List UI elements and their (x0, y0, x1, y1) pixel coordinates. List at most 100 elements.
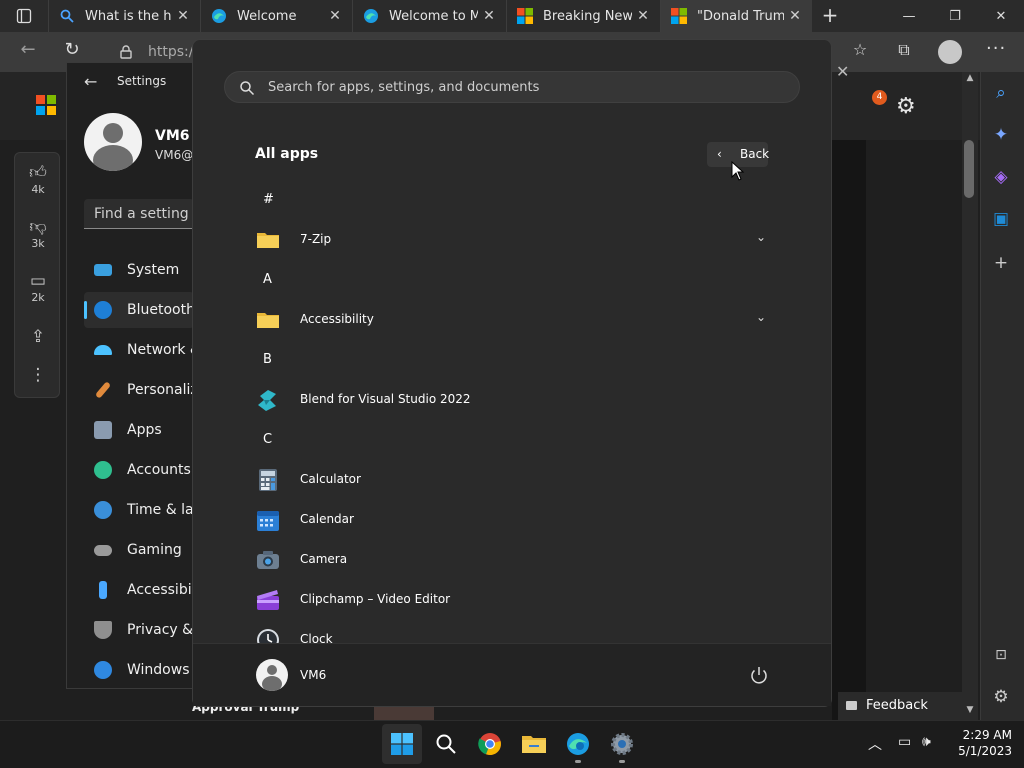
settings-back-icon[interactable]: ← (84, 72, 97, 91)
settings-nav-privacy[interactable]: Privacy & s (84, 612, 194, 648)
settings-title: Settings (117, 74, 167, 88)
scrollbar-thumb[interactable] (964, 140, 974, 198)
search-icon[interactable]: ⌕ (990, 82, 1012, 104)
taskbar-chrome-button[interactable] (470, 724, 510, 764)
tab-close-icon[interactable]: ✕ (176, 8, 190, 24)
add-icon[interactable]: + (990, 252, 1012, 274)
comment-reaction[interactable]: ▭ 2k (15, 271, 61, 304)
blend-icon (258, 390, 276, 411)
scroll-up-icon[interactable]: ▲ (962, 73, 978, 87)
group-letter-hash[interactable]: # (263, 192, 274, 207)
feedback-label: Feedback (866, 698, 928, 713)
taskbar-search-button[interactable] (426, 724, 466, 764)
app-item-clipchamp[interactable]: Clipchamp – Video Editor (252, 582, 776, 618)
app-item-blend[interactable]: Blend for Visual Studio 2022 (252, 382, 776, 418)
close-icon[interactable]: ✕ (836, 62, 849, 81)
settings-nav-accounts[interactable]: Accounts (84, 452, 194, 488)
minimize-button[interactable]: — (886, 0, 932, 32)
app-item-camera[interactable]: Camera (252, 542, 776, 578)
start-search-input[interactable]: Search for apps, settings, and documents (224, 71, 800, 103)
browser-tab-breaking-news[interactable]: Breaking News S ✕ (506, 0, 660, 32)
user-avatar[interactable] (256, 659, 288, 691)
settings-avatar[interactable] (84, 113, 142, 171)
taskbar-clock[interactable]: 2:29 AM 5/1/2023 (950, 727, 1012, 759)
network-icon[interactable]: ▭ (898, 734, 911, 750)
chevron-down-icon[interactable]: ⌄ (756, 310, 766, 324)
settings-nav-time-language[interactable]: Time & lan (84, 492, 194, 528)
like-reaction[interactable]: 👍︎ 4k (15, 163, 61, 196)
nav-label: System (127, 262, 180, 278)
start-search-placeholder: Search for apps, settings, and documents (268, 80, 540, 95)
refresh-icon[interactable]: ↻ (60, 38, 84, 62)
app-item-calendar[interactable]: Calendar (252, 502, 776, 538)
app-item-7zip[interactable]: 7-Zip ⌄ (252, 222, 776, 258)
tab-close-icon[interactable]: ✕ (636, 8, 650, 24)
settings-gear-icon[interactable]: ⚙ (990, 686, 1012, 708)
browser-tab-donald-trump[interactable]: "Donald Trump ✕ (660, 0, 812, 32)
favorite-star-icon[interactable]: ☆ (848, 38, 872, 62)
start-button[interactable] (382, 724, 422, 764)
microsoft-logo-icon[interactable] (36, 95, 56, 115)
like-count: 4k (31, 183, 45, 196)
page-side-strip (832, 140, 866, 720)
taskbar-settings-button[interactable] (602, 724, 642, 764)
app-item-clock[interactable]: Clock (252, 622, 776, 643)
bluetooth-icon (94, 301, 112, 319)
group-letter-a[interactable]: A (263, 272, 272, 287)
tab-close-icon[interactable]: ✕ (328, 8, 342, 24)
more-options-icon[interactable]: ··· (986, 38, 1006, 59)
profile-avatar[interactable] (938, 40, 962, 64)
power-icon[interactable] (748, 665, 770, 687)
browser-tab-history[interactable]: What is the history ✕ (48, 0, 200, 32)
settings-nav-bluetooth[interactable]: Bluetooth (84, 292, 194, 328)
tab-close-icon[interactable]: ✕ (788, 8, 802, 24)
settings-nav-apps[interactable]: Apps (84, 412, 194, 448)
chevron-down-icon[interactable]: ⌄ (756, 230, 766, 244)
settings-nav-accessibility[interactable]: Accessibilit (84, 572, 194, 608)
feedback-button[interactable]: Feedback (838, 692, 966, 720)
back-arrow-icon[interactable]: ← (16, 38, 40, 62)
settings-search-input[interactable]: Find a setting (84, 199, 194, 229)
tab-title: Welcome to Micr (389, 8, 478, 24)
group-letter-c[interactable]: C (263, 432, 272, 447)
collections-icon[interactable]: ⧉ (892, 38, 916, 62)
more-vertical-icon: ⋮ (29, 365, 47, 385)
settings-nav-network[interactable]: Network & (84, 332, 194, 368)
back-button-label: Back (740, 147, 770, 161)
search-icon (240, 81, 255, 96)
tab-close-icon[interactable]: ✕ (482, 8, 496, 24)
show-hidden-icons-chevron-up-icon[interactable]: ︿ (868, 734, 882, 754)
group-letter-b[interactable]: B (263, 352, 272, 367)
tab-actions-button[interactable] (0, 0, 48, 32)
nav-label: Apps (127, 422, 162, 438)
notification-badge[interactable]: 4 (872, 90, 887, 105)
settings-nav-personalization[interactable]: Personaliza (84, 372, 194, 408)
start-user-name[interactable]: VM6 (300, 668, 326, 682)
taskbar-edge-button[interactable] (558, 724, 598, 764)
app-item-accessibility[interactable]: Accessibility ⌄ (252, 302, 776, 338)
new-tab-button[interactable]: + (818, 4, 842, 28)
dislike-reaction[interactable]: 👎︎ 3k (15, 217, 61, 250)
share-button[interactable]: ⇪ (15, 327, 61, 347)
browser-tab-welcome[interactable]: Welcome ✕ (200, 0, 352, 32)
more-reactions-button[interactable]: ⋮ (15, 365, 61, 385)
close-window-button[interactable]: ✕ (978, 0, 1024, 32)
settings-nav-windows-update[interactable]: Windows U (84, 652, 194, 688)
sidebar-toggle-icon[interactable]: ⊡ (990, 644, 1012, 666)
browser-tab-welcome-microsoft[interactable]: Welcome to Micr ✕ (352, 0, 506, 32)
gear-icon[interactable]: ⚙ (896, 94, 916, 119)
clock-time: 2:29 AM (962, 728, 1012, 742)
office-icon[interactable]: ◈ (990, 166, 1012, 188)
restore-button[interactable]: ❐ (932, 0, 978, 32)
app-name: Clock (300, 632, 333, 643)
nav-label: Accounts (127, 462, 191, 478)
running-indicator (619, 760, 625, 763)
volume-icon[interactable]: 🕪︎ (922, 734, 931, 750)
settings-nav-gaming[interactable]: Gaming (84, 532, 194, 568)
app-item-calculator[interactable]: Calculator (252, 462, 776, 498)
settings-nav-system[interactable]: System (84, 252, 194, 288)
nav-label: Bluetooth (127, 302, 194, 318)
copilot-sparkle-icon[interactable]: ✦ (990, 124, 1012, 146)
taskbar-explorer-button[interactable] (514, 724, 554, 764)
outlook-icon[interactable]: ▣ (990, 208, 1012, 230)
